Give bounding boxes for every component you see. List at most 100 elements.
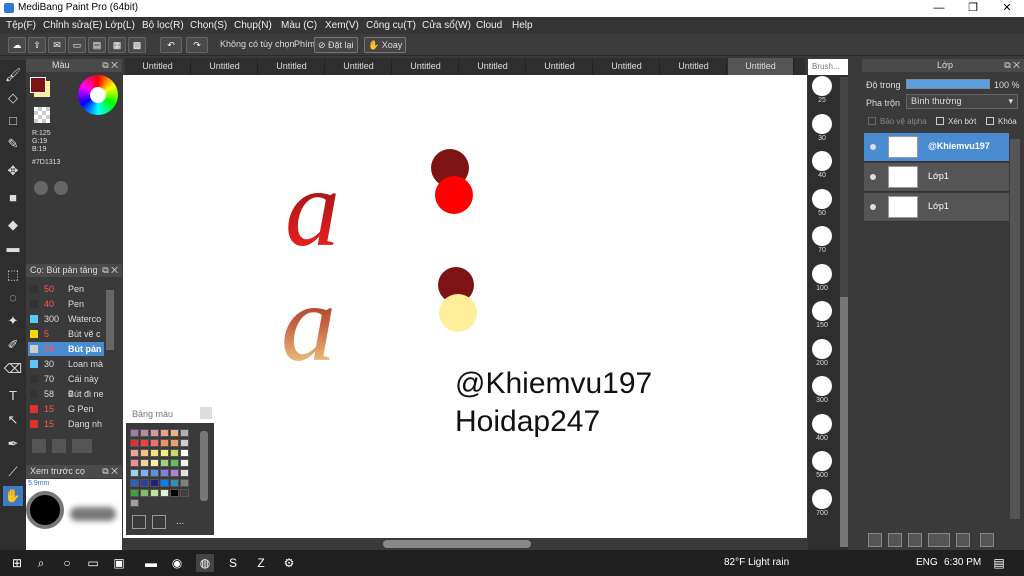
redo-button[interactable]: ↷: [186, 37, 208, 53]
brush-item[interactable]: 30 Loan mà: [28, 357, 104, 371]
tab-untitled[interactable]: Untitled: [125, 58, 191, 75]
magic-wand-icon[interactable]: ✦: [3, 311, 23, 331]
file-explorer-icon[interactable]: ▬: [142, 554, 160, 572]
palette-color-swatch[interactable]: [170, 489, 179, 497]
menu-color[interactable]: Màu (C): [281, 20, 317, 31]
menu-select[interactable]: Chọn(S): [190, 20, 227, 31]
edit-tool-icon[interactable]: ✎: [3, 134, 23, 154]
palette-color-swatch[interactable]: [170, 429, 179, 437]
brush-item[interactable]: 40 Pen: [28, 297, 104, 311]
palette-delete-icon[interactable]: [152, 515, 166, 529]
tab-untitled[interactable]: Untitled: [326, 58, 392, 75]
cloud-icon[interactable]: ☁: [8, 37, 26, 53]
tab-untitled[interactable]: Untitled: [527, 58, 593, 75]
palette-color-swatch[interactable]: [130, 429, 139, 437]
menu-edit[interactable]: Chỉnh sửa(E): [43, 20, 103, 31]
brush-size-dot[interactable]: [812, 188, 832, 209]
zalo-icon[interactable]: Z: [252, 554, 270, 572]
palette-color-swatch[interactable]: [150, 479, 159, 487]
tab-untitled[interactable]: Untitled: [259, 58, 325, 75]
palette-color-swatch[interactable]: [140, 489, 149, 497]
menu-tools[interactable]: Công cụ(T): [366, 20, 416, 31]
skype-icon[interactable]: S: [224, 554, 242, 572]
brush-add-icon[interactable]: [32, 439, 46, 453]
shape-tool-icon[interactable]: □: [3, 111, 23, 131]
palette-color-swatch[interactable]: [130, 469, 139, 477]
palette-color-swatch[interactable]: [150, 439, 159, 447]
lasso-icon[interactable]: ◌: [3, 288, 23, 308]
palette-color-swatch[interactable]: [160, 459, 169, 467]
palette-color-swatch[interactable]: [180, 449, 189, 457]
select-eraser-icon[interactable]: ⌫: [3, 359, 23, 379]
select-pen-icon[interactable]: ✐: [3, 335, 23, 355]
clock-text[interactable]: 6:30 PM: [944, 557, 981, 568]
tab-untitled[interactable]: Untitled: [661, 58, 727, 75]
palette-color-swatch[interactable]: [150, 489, 159, 497]
lock-checkbox[interactable]: [986, 117, 994, 125]
palette-color-swatch[interactable]: [140, 479, 149, 487]
transparent-color-swatch[interactable]: [34, 107, 50, 123]
palette-color-swatch[interactable]: [150, 429, 159, 437]
tab-untitled[interactable]: Untitled: [460, 58, 526, 75]
fill-tool-icon[interactable]: ◆: [3, 215, 23, 235]
blend-select[interactable]: Bình thường ▾: [906, 94, 1018, 109]
eye-icon[interactable]: [870, 204, 876, 210]
brush-size-dot[interactable]: [812, 338, 832, 359]
palette-color-swatch[interactable]: [140, 429, 149, 437]
palette-color-swatch[interactable]: [160, 469, 169, 477]
palette-color-swatch[interactable]: [130, 499, 139, 507]
palette-color-swatch[interactable]: [150, 469, 159, 477]
brush-scrollbar[interactable]: [106, 290, 114, 350]
maximize-button[interactable]: ❐: [956, 0, 990, 17]
medibang-icon[interactable]: ◍: [196, 554, 214, 572]
menu-filter[interactable]: Bộ lọc(R): [142, 20, 184, 31]
palette-color-swatch[interactable]: [180, 469, 189, 477]
palette-color-swatch[interactable]: [170, 439, 179, 447]
palette-color-swatch[interactable]: [170, 449, 179, 457]
merge-layer-icon[interactable]: [908, 533, 922, 547]
palette-add-icon[interactable]: [54, 181, 68, 195]
primary-color-swatch[interactable]: [30, 77, 46, 93]
rect-tool-icon[interactable]: ■: [3, 188, 23, 208]
brush-size-dot[interactable]: [812, 151, 832, 171]
tab-untitled[interactable]: Untitled: [594, 58, 660, 75]
protect-alpha-checkbox[interactable]: [868, 117, 876, 125]
search-icon[interactable]: ⌕: [32, 554, 50, 572]
document-icon[interactable]: ▤: [88, 37, 106, 53]
brush-settings-icon[interactable]: [72, 439, 92, 453]
minimize-button[interactable]: —: [922, 0, 956, 17]
select-rect-icon[interactable]: ⬚: [3, 265, 23, 285]
palette-color-swatch[interactable]: [170, 469, 179, 477]
menu-help[interactable]: Help: [512, 20, 533, 31]
brush-item[interactable]: 70 Bút pản: [28, 342, 104, 356]
weather-text[interactable]: 82°F Light rain: [724, 557, 789, 568]
brush-item[interactable]: 5 Bút vẽ c: [28, 327, 104, 341]
task-view-icon[interactable]: ▭: [84, 554, 102, 572]
palette-color-swatch[interactable]: [160, 479, 169, 487]
palette-color-swatch[interactable]: [170, 459, 179, 467]
brush-item[interactable]: 15 Dạng nh: [28, 417, 104, 431]
notification-icon[interactable]: ▤: [990, 554, 1008, 572]
rotate-button[interactable]: ✋ Xoay: [364, 37, 407, 53]
eye-icon[interactable]: [870, 144, 876, 150]
text-tool-icon[interactable]: T: [3, 386, 23, 406]
brush-item[interactable]: 300 Waterco: [28, 312, 104, 326]
eyedropper-icon[interactable]: ⟋: [3, 462, 23, 482]
add-layer-menu-icon[interactable]: [928, 533, 950, 547]
store-icon[interactable]: ▣: [110, 554, 128, 572]
palette-color-swatch[interactable]: [170, 479, 179, 487]
menu-file[interactable]: Tệp(F): [6, 20, 36, 31]
menu-window[interactable]: Cửa sổ(W): [422, 20, 471, 31]
palette-color-swatch[interactable]: [160, 429, 169, 437]
palette-color-swatch[interactable]: [140, 469, 149, 477]
palette-color-swatch[interactable]: [130, 479, 139, 487]
close-button[interactable]: ✕: [990, 0, 1024, 17]
palette-color-swatch[interactable]: [140, 449, 149, 457]
tiles-icon[interactable]: ▩: [128, 37, 146, 53]
brush-size-dot[interactable]: [812, 301, 832, 321]
tab-untitled[interactable]: Untitled: [393, 58, 459, 75]
palette-color-swatch[interactable]: [130, 449, 139, 457]
eye-icon[interactable]: [870, 174, 876, 180]
palette-color-swatch[interactable]: [160, 449, 169, 457]
palette-color-swatch[interactable]: [140, 439, 149, 447]
